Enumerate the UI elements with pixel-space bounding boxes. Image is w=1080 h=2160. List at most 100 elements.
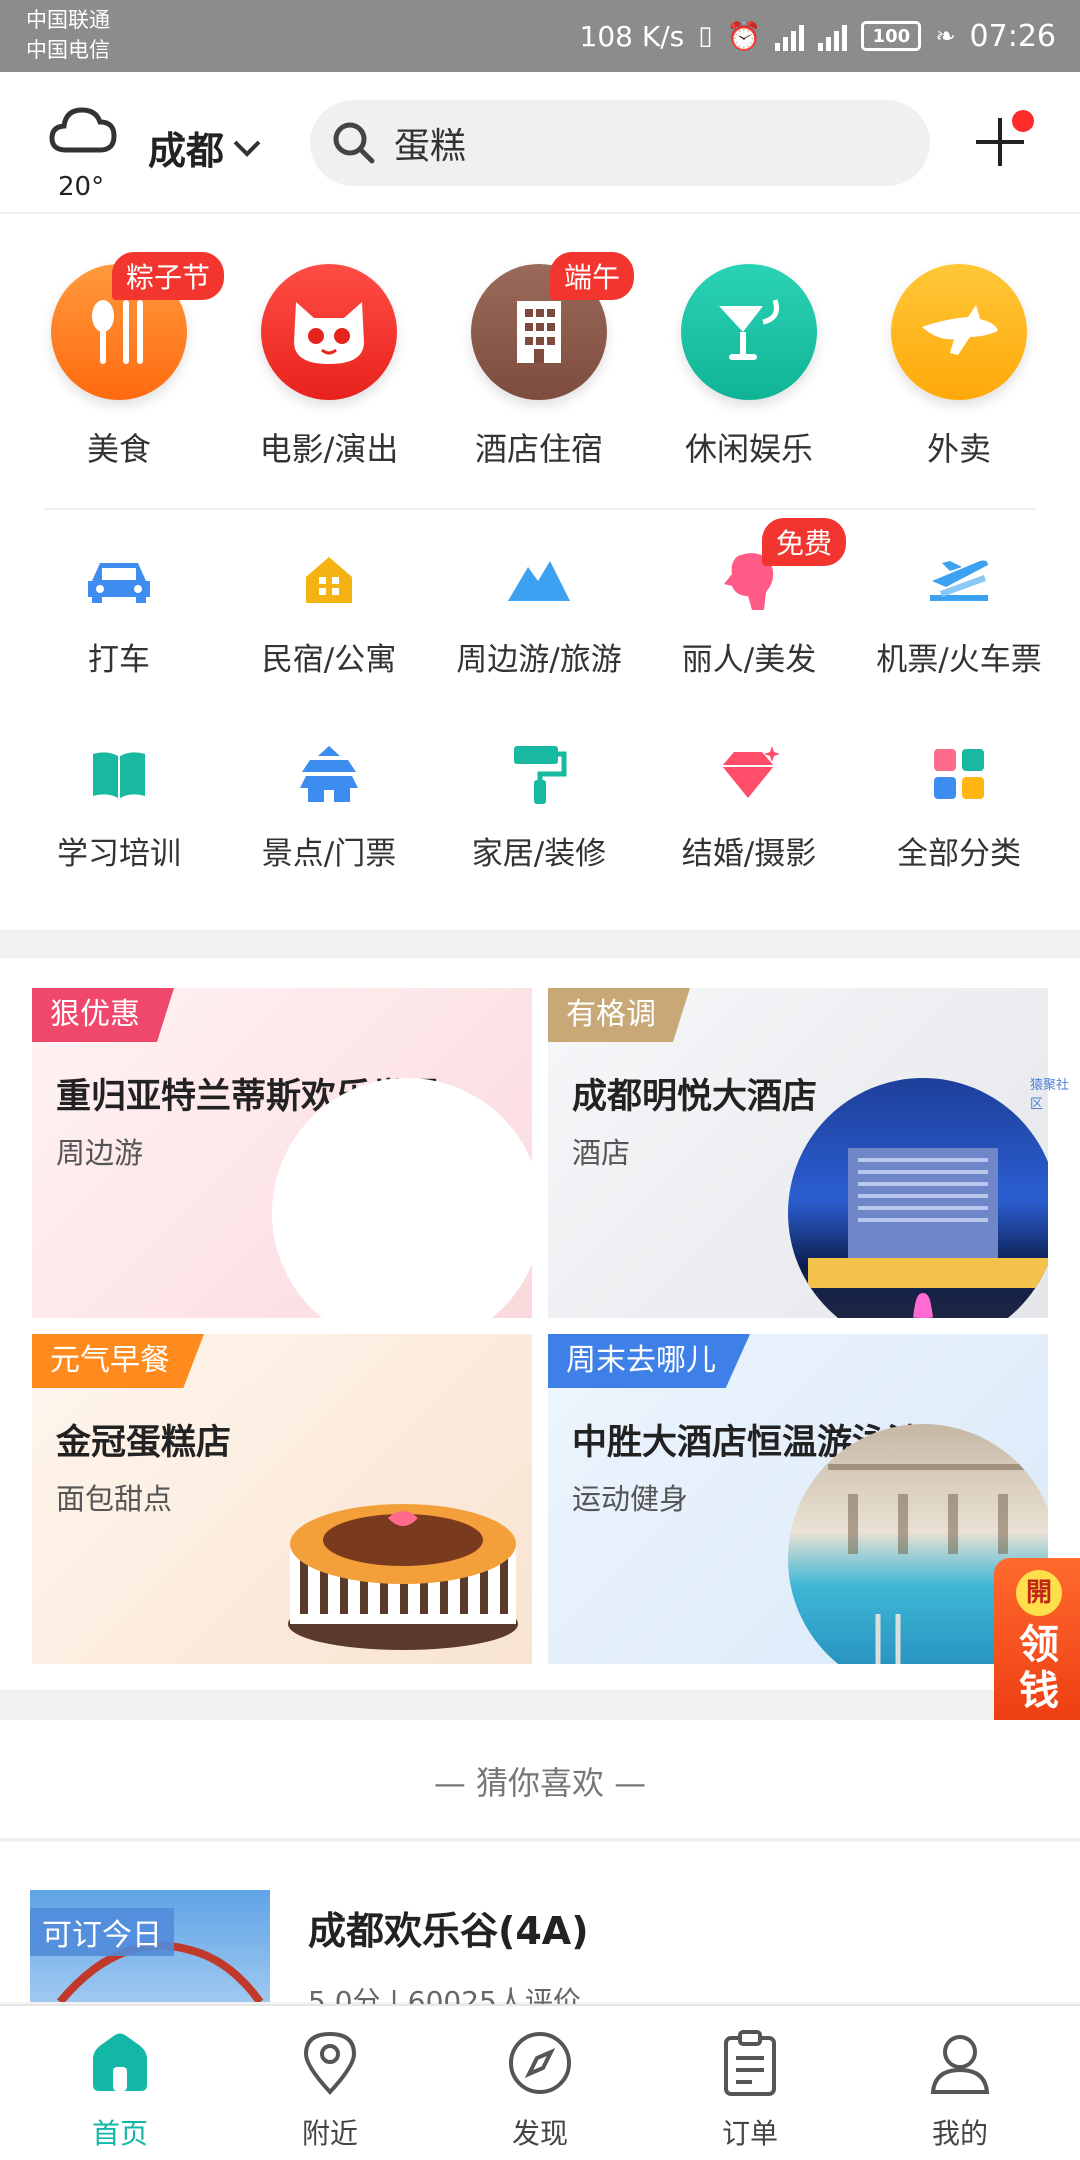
temperature: 20° [58,172,105,202]
float-text-1: 领 [1019,1622,1059,1668]
alarm-icon: ⏰ [726,19,762,53]
recommend-list: 可订今日 成都欢乐谷(4A) 5.0分 | 60025人评价 [0,1842,1080,2018]
vibrate-icon: ▯ [698,21,713,51]
cocktail-icon [681,264,817,400]
category-label: 家居/装修 [471,836,607,872]
promo-subtitle: 酒店 [572,1136,631,1170]
location-pin-icon [295,2028,365,2098]
temple-icon [293,738,365,810]
kangaroo-icon [891,264,1027,400]
category-label: 全部分类 [897,836,1021,872]
category-panel: 美食 粽子节 电影/演出 酒店住宿 端午 休闲娱乐 外卖 打车 民宿/公寓 周边… [0,214,1080,930]
nav-label: 发现 [511,2117,568,2150]
category-leisure[interactable]: 休闲娱乐 [654,264,844,470]
city-selector[interactable]: 成都 [148,120,262,175]
nav-label: 附近 [301,2117,358,2150]
battery-level: 100 [872,25,911,47]
promo-title: 金冠蛋糕店 [56,1423,232,1463]
category-label: 结婚/摄影 [681,836,817,872]
nav-label: 首页 [91,2117,148,2150]
add-button[interactable] [972,110,1034,170]
home-icon [85,2028,155,2098]
category-label: 美食 [86,430,151,468]
category-label: 打车 [88,642,150,678]
book-icon [83,738,155,810]
guess-title: — 猜你喜欢 — [433,1764,647,1802]
category-attractions[interactable]: 景点/门票 [224,738,434,873]
leaf-icon: ❧ [935,22,956,50]
nav-home[interactable]: 首页 [40,2028,200,2152]
promo-subtitle: 运动健身 [572,1482,689,1516]
badge-zongzi: 粽子节 [112,252,225,300]
carrier-primary: 中国联通 [26,8,110,32]
promo-card-weekend[interactable]: 周末去哪儿 中胜大酒店恒温游泳池 运动健身 [548,1334,1048,1664]
carrier-secondary: 中国电信 [26,38,110,62]
clipboard-icon [715,2028,785,2098]
category-movie[interactable]: 电影/演出 [234,264,424,470]
promo-card-hotel[interactable]: 有格调 成都明悦大酒店 酒店 [548,988,1048,1318]
nav-nearby[interactable]: 附近 [250,2028,410,2152]
category-label: 电影/演出 [259,430,399,468]
car-icon [83,544,155,616]
guess-section-header: — 猜你喜欢 — [0,1720,1080,1840]
chevron-down-icon [233,140,261,157]
nav-label: 订单 [721,2117,778,2150]
category-education[interactable]: 学习培训 [14,738,224,873]
search-input[interactable]: 蛋糕 [394,117,466,169]
promo-subtitle: 周边游 [56,1136,144,1170]
notification-dot [1012,110,1034,132]
category-label: 机票/火车票 [876,642,1042,678]
signal-2g-icon [818,21,848,51]
user-icon [925,2028,995,2098]
category-travel[interactable]: 周边游/旅游 [434,544,644,679]
promo-tag: 周末去哪儿 [548,1334,750,1388]
cloud-icon[interactable] [48,100,118,160]
category-homestay[interactable]: 民宿/公寓 [224,544,434,679]
category-label: 学习培训 [57,836,181,872]
signal-4g-icon [775,21,805,51]
diamond-icon [713,738,785,810]
status-bar: 中国联通 中国电信 108 K/s ▯ ⏰ 100 ❧ 07:26 [0,0,1080,72]
list-item-title: 成都欢乐谷(4A) [308,1909,589,1953]
category-home-decor[interactable]: 家居/装修 [434,738,644,873]
promo-tag: 有格调 [548,988,690,1042]
category-wedding[interactable]: 结婚/摄影 [644,738,854,873]
promo-tag: 狠优惠 [32,988,174,1042]
house-icon [293,544,365,616]
badge-duanwu: 端午 [550,252,635,300]
promo-subtitle: 面包甜点 [56,1482,173,1516]
list-item-tag: 可订今日 [30,1908,174,1956]
nav-label: 我的 [931,2117,988,2150]
watermark-text: 猿聚社区 [1030,1078,1070,1112]
category-tickets[interactable]: 机票/火车票 [854,544,1064,679]
paint-roller-icon [503,738,575,810]
cake-photo [278,1474,528,1654]
city-name: 成都 [148,129,225,173]
search-bar[interactable]: 蛋糕 [310,100,930,186]
promo-card-cake[interactable]: 元气早餐 金冠蛋糕店 面包甜点 [32,1334,532,1664]
category-takeout[interactable]: 外卖 [864,264,1054,470]
nav-discover[interactable]: 发现 [460,2028,620,2152]
badge-free: 免费 [762,518,847,566]
compass-icon [505,2028,575,2098]
cat-icon [261,264,397,400]
get-money-float-button[interactable]: 開 领 钱 [994,1558,1080,1736]
promo-tag: 元气早餐 [32,1334,204,1388]
category-all[interactable]: 全部分类 [854,738,1064,873]
category-label: 景点/门票 [261,836,397,872]
float-text-2: 钱 [1019,1668,1059,1714]
grid-icon [923,738,995,810]
nav-orders[interactable]: 订单 [670,2028,830,2152]
promo-card-discount[interactable]: 狠优惠 重归亚特兰蒂斯欢乐世界… 周边游 [32,988,532,1318]
open-seal-icon: 開 [1016,1570,1062,1616]
nav-profile[interactable]: 我的 [880,2028,1040,2152]
network-speed: 108 K/s [579,19,685,53]
promo-panel: 狠优惠 重归亚特兰蒂斯欢乐世界… 周边游 有格调 成都明悦大酒店 酒店 元气早餐… [0,958,1080,1690]
category-label: 休闲娱乐 [684,430,813,468]
battery-icon: 100 [861,21,922,51]
bottom-navigation: 首页 附近 发现 订单 我的 [0,2004,1080,2160]
category-taxi[interactable]: 打车 [14,544,224,679]
list-item-thumbnail: 可订今日 [30,1890,270,2002]
category-label: 周边游/旅游 [456,642,622,678]
mountain-icon [503,544,575,616]
